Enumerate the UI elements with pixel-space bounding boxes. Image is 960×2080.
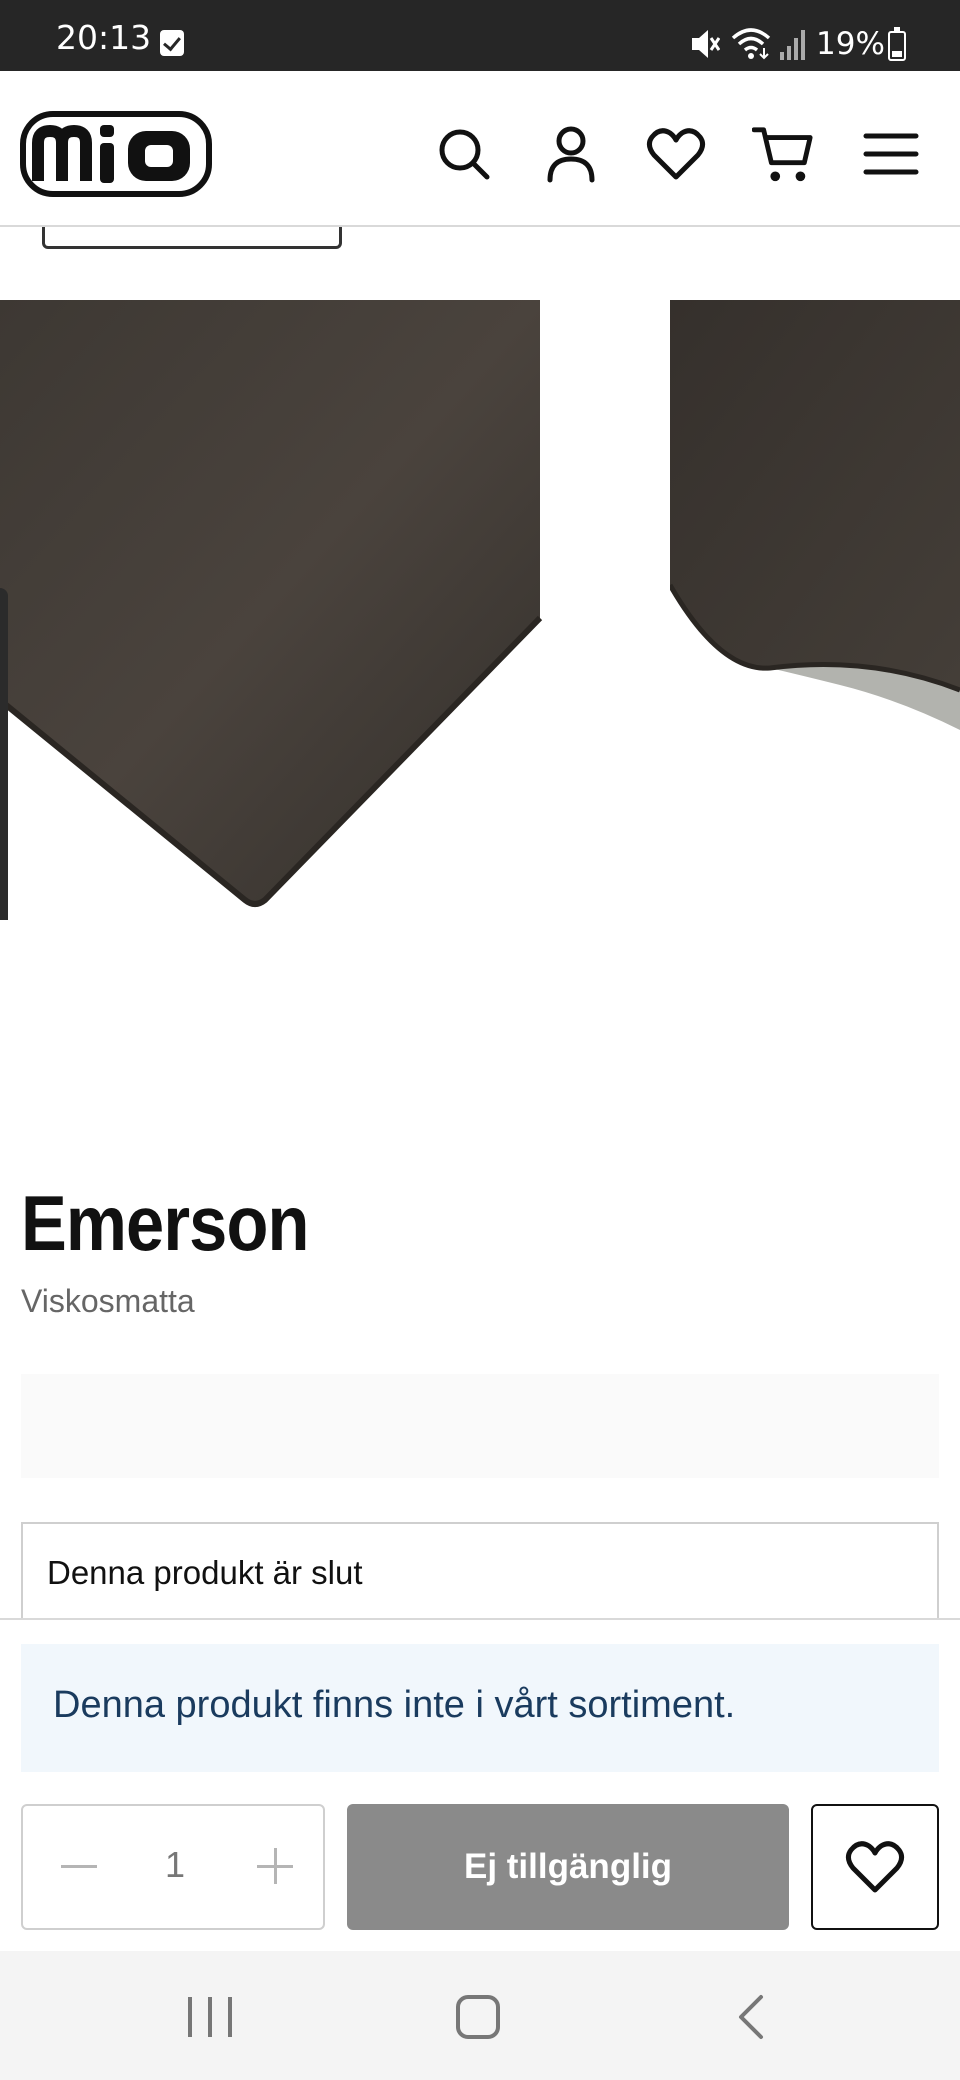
- account-button[interactable]: [540, 123, 602, 185]
- home-button[interactable]: [456, 1995, 500, 2039]
- recent-apps-button[interactable]: [188, 1997, 234, 2037]
- mute-icon: [692, 30, 720, 58]
- wishlist-button[interactable]: [645, 123, 707, 185]
- battery-icon: [888, 27, 906, 61]
- search-icon: [439, 129, 490, 180]
- recent-apps-icon: [188, 1997, 192, 2037]
- quantity-increase-button[interactable]: [255, 1846, 295, 1886]
- menu-button[interactable]: [860, 123, 922, 185]
- heart-icon: [845, 1841, 905, 1893]
- product-title: Emerson: [21, 1179, 309, 1267]
- recent-apps-icon-bar: [208, 1997, 212, 2037]
- mio-logo[interactable]: [20, 111, 212, 197]
- product-image-secondary[interactable]: [670, 300, 960, 750]
- status-time: 20:13: [56, 18, 152, 57]
- price-placeholder: [21, 1374, 939, 1478]
- system-nav-bar: [0, 1951, 960, 2080]
- status-bar: 20:13 19%: [0, 0, 960, 71]
- product-image-gallery[interactable]: [0, 300, 960, 920]
- wifi-icon: [731, 28, 771, 60]
- add-to-cart-button-disabled[interactable]: Ej tillgänglig: [347, 1804, 789, 1930]
- gallery-scroll-handle[interactable]: [0, 588, 8, 920]
- product-image-main[interactable]: [0, 300, 545, 920]
- quantity-stepper[interactable]: 1: [21, 1804, 325, 1930]
- sticky-purchase-bar: Denna produkt finns inte i vårt sortimen…: [0, 1618, 960, 1951]
- battery-percent: 19%: [816, 26, 885, 62]
- cart-icon: [752, 127, 813, 182]
- quantity-value[interactable]: 1: [155, 1844, 195, 1886]
- search-button[interactable]: [433, 123, 495, 185]
- product-subtitle: Viskosmatta: [21, 1283, 195, 1319]
- add-to-wishlist-button[interactable]: [811, 1804, 939, 1930]
- back-button[interactable]: [733, 1993, 773, 2041]
- quantity-decrease-button[interactable]: [59, 1846, 99, 1886]
- user-icon: [547, 126, 595, 183]
- not-in-assortment-notice: Denna produkt finns inte i vårt sortimen…: [21, 1644, 939, 1772]
- out-of-stock-box: Denna produkt är slut: [21, 1522, 939, 1622]
- menu-icon: [863, 133, 919, 175]
- signal-icon: [780, 30, 805, 60]
- heart-icon: [646, 128, 706, 180]
- cart-button[interactable]: [752, 123, 814, 185]
- partial-tab-element[interactable]: [42, 227, 342, 249]
- recent-apps-icon-bar: [228, 1997, 232, 2037]
- site-header: [0, 71, 960, 227]
- checkbox-notification-icon: [160, 30, 184, 56]
